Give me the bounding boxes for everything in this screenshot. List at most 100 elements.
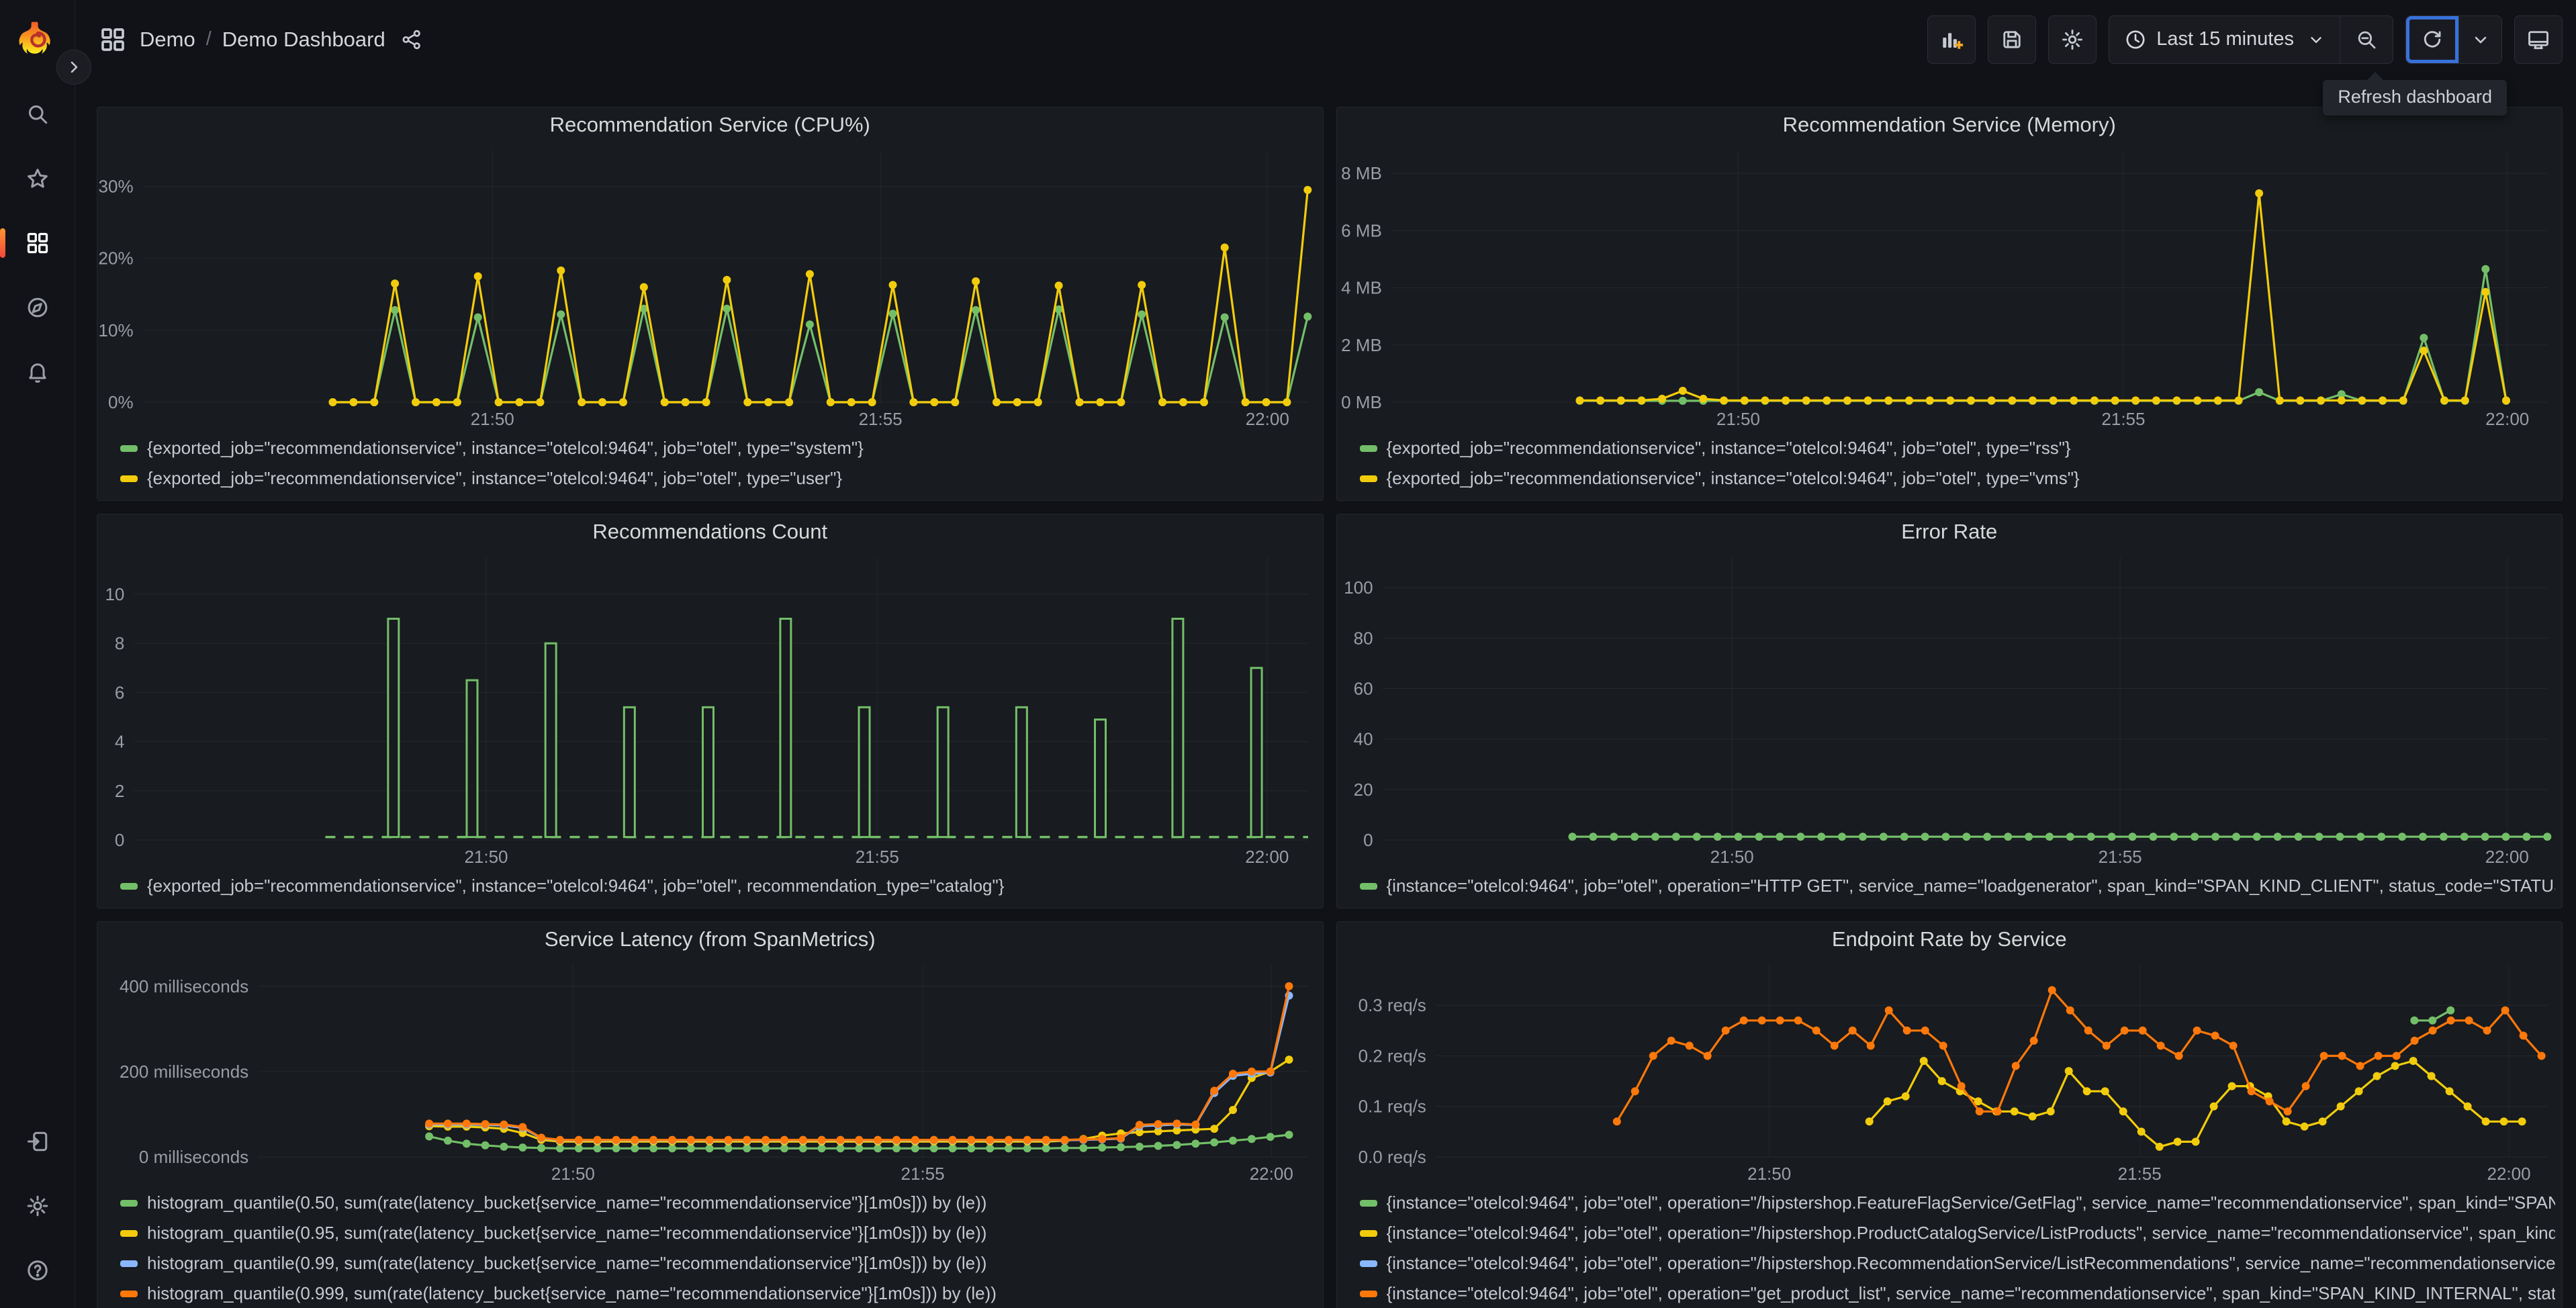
legend-item[interactable]: {exported_job="recommendationservice", i… bbox=[120, 871, 1316, 901]
legend-item[interactable]: {exported_job="recommendationservice", i… bbox=[120, 433, 1316, 463]
refresh-icon bbox=[2424, 30, 2441, 48]
breadcrumb-section[interactable]: Demo bbox=[140, 28, 195, 52]
panel-header[interactable]: Endpoint Rate by Service bbox=[1337, 922, 2563, 957]
legend-item[interactable]: histogram_quantile(0.999, sum(rate(laten… bbox=[120, 1278, 1316, 1308]
expand-sidebar-button[interactable] bbox=[56, 50, 91, 85]
panel-legend: {exported_job="recommendationservice", i… bbox=[1337, 430, 2563, 500]
svg-text:40: 40 bbox=[1353, 729, 1373, 749]
grafana-logo-icon[interactable] bbox=[19, 20, 56, 58]
legend-label: {exported_job="recommendationservice", i… bbox=[1386, 468, 2080, 488]
svg-text:0%: 0% bbox=[108, 392, 134, 412]
cpu-chart[interactable]: 21:50 21:55 22:00 0% 10% 20% 30% bbox=[97, 142, 1323, 430]
legend-item[interactable]: {instance="otelcol:9464", job="otel", op… bbox=[1359, 871, 2556, 901]
sidebar-item-settings[interactable] bbox=[19, 1187, 56, 1225]
refresh-dashboard-button[interactable] bbox=[2406, 16, 2458, 63]
panel-header[interactable]: Service Latency (from SpanMetrics) bbox=[97, 922, 1323, 957]
svg-text:2: 2 bbox=[115, 781, 124, 801]
add-panel-button[interactable] bbox=[1927, 15, 1976, 64]
recommendations-count-chart[interactable]: 21:50 21:55 22:00 0 2 4 6 8 10 bbox=[97, 549, 1323, 868]
sidebar-nav bbox=[0, 95, 56, 391]
top-nav: Demo / Demo Dashboard Last 15 minutes Re… bbox=[75, 0, 2576, 115]
svg-text:60: 60 bbox=[1353, 678, 1373, 698]
svg-text:6 MB: 6 MB bbox=[1341, 220, 1382, 240]
service-latency-chart[interactable]: 21:50 21:55 22:00 0 milliseconds 200 millise… bbox=[97, 957, 1323, 1185]
breadcrumb-separator: / bbox=[205, 28, 212, 50]
save-icon bbox=[2003, 30, 2021, 48]
svg-text:21:50: 21:50 bbox=[1716, 409, 1759, 429]
legend-swatch bbox=[1359, 445, 1377, 452]
clock-icon bbox=[2126, 30, 2145, 49]
breadcrumb-page[interactable]: Demo Dashboard bbox=[222, 28, 385, 52]
panel-title: Endpoint Rate by Service bbox=[1831, 927, 2067, 951]
legend-label: histogram_quantile(0.50, sum(rate(latenc… bbox=[147, 1193, 987, 1213]
svg-text:21:55: 21:55 bbox=[2117, 1164, 2161, 1184]
time-range-picker[interactable]: Last 15 minutes bbox=[2109, 16, 2340, 63]
compass-icon bbox=[28, 297, 47, 318]
error-rate-chart[interactable]: 21:50 21:55 22:00 0 20 40 60 80 100 bbox=[1337, 549, 2563, 868]
legend-swatch bbox=[1359, 1290, 1377, 1297]
sidebar-item-help[interactable] bbox=[19, 1252, 56, 1289]
panel-header[interactable]: Recommendations Count bbox=[97, 514, 1323, 549]
svg-text:10%: 10% bbox=[99, 320, 134, 340]
svg-text:10: 10 bbox=[105, 584, 124, 604]
svg-text:2 MB: 2 MB bbox=[1341, 335, 1382, 355]
sidebar-item-search[interactable] bbox=[19, 95, 56, 133]
svg-text:80: 80 bbox=[1353, 628, 1373, 648]
refresh-interval-dropdown[interactable] bbox=[2458, 15, 2501, 63]
legend-swatch bbox=[120, 1229, 138, 1237]
legend-item[interactable]: {instance="otelcol:9464", job="otel", op… bbox=[1359, 1188, 2555, 1218]
legend-label: {instance="otelcol:9464", job="otel", op… bbox=[1386, 1223, 2556, 1243]
svg-text:8: 8 bbox=[115, 633, 124, 653]
sidebar-item-starred[interactable] bbox=[19, 160, 56, 197]
svg-text:0: 0 bbox=[1363, 830, 1373, 850]
svg-text:21:55: 21:55 bbox=[2098, 847, 2142, 867]
share-icon[interactable] bbox=[400, 28, 423, 51]
toolbar: Last 15 minutes bbox=[1927, 15, 2563, 64]
panel-title: Error Rate bbox=[1901, 520, 1998, 543]
svg-text:21:50: 21:50 bbox=[551, 1164, 595, 1184]
help-icon bbox=[27, 1260, 48, 1280]
memory-chart[interactable]: 21:50 21:55 22:00 0 MB 2 MB 4 MB 6 MB 8 MB bbox=[1337, 142, 2563, 430]
svg-text:400 milliseconds: 400 milliseconds bbox=[120, 976, 248, 996]
sidebar bbox=[0, 0, 91, 1308]
svg-text:200 milliseconds: 200 milliseconds bbox=[120, 1062, 248, 1082]
dashboard-settings-button[interactable] bbox=[2048, 15, 2097, 64]
legend-item[interactable]: {instance="otelcol:9464", job="otel", op… bbox=[1359, 1218, 2556, 1248]
legend-item[interactable]: histogram_quantile(0.50, sum(rate(latenc… bbox=[120, 1188, 1316, 1218]
svg-text:22:00: 22:00 bbox=[1246, 409, 1289, 429]
legend-item[interactable]: histogram_quantile(0.95, sum(rate(latenc… bbox=[120, 1218, 1316, 1248]
legend-item[interactable]: {exported_job="recommendationservice", i… bbox=[1359, 433, 2556, 463]
legend-item[interactable]: {exported_job="recommendationservice", i… bbox=[120, 463, 1316, 494]
panel-memory: Recommendation Service (Memory) 21:50 21:… bbox=[1336, 107, 2563, 501]
panel-grid: Recommendation Service (CPU%) 21:50 21:55… bbox=[97, 107, 2563, 1308]
add-panel-icon bbox=[1943, 32, 1964, 49]
panel-header[interactable]: Recommendation Service (CPU%) bbox=[97, 107, 1323, 142]
endpoint-rate-chart[interactable]: 21:50 21:55 22:00 0.0 req/s 0.1 req/s 0.2 req… bbox=[1337, 957, 2563, 1185]
legend-label: {exported_job="recommendationservice", i… bbox=[147, 468, 843, 488]
sidebar-item-dashboards[interactable] bbox=[0, 224, 56, 262]
sidebar-item-explore[interactable] bbox=[19, 289, 56, 326]
legend-item[interactable]: {instance="otelcol:9464", job="otel", op… bbox=[1359, 1248, 2555, 1278]
star-icon bbox=[27, 169, 48, 188]
dashboards-grid-icon bbox=[27, 232, 48, 254]
legend-label: {instance="otelcol:9464", job="otel", op… bbox=[1386, 876, 2556, 896]
cycle-view-mode-button[interactable] bbox=[2514, 15, 2563, 64]
panel-legend: {exported_job="recommendationservice", i… bbox=[97, 868, 1323, 908]
svg-text:21:55: 21:55 bbox=[901, 1164, 945, 1184]
svg-text:22:00: 22:00 bbox=[2485, 847, 2528, 867]
zoom-out-time-button[interactable] bbox=[2340, 15, 2393, 63]
save-dashboard-button[interactable] bbox=[1988, 15, 2037, 64]
legend-item[interactable]: {exported_job="recommendationservice", i… bbox=[1359, 463, 2556, 494]
panel-error-rate: Error Rate 21:50 21:55 22:00 0 20 40 60 80 100 {… bbox=[1336, 514, 2563, 908]
sidebar-item-alerting[interactable] bbox=[19, 353, 56, 391]
svg-text:22:00: 22:00 bbox=[1250, 1164, 1293, 1184]
svg-text:0.0 req/s: 0.0 req/s bbox=[1358, 1147, 1426, 1167]
legend-swatch bbox=[120, 882, 138, 890]
legend-item[interactable]: histogram_quantile(0.99, sum(rate(latenc… bbox=[120, 1248, 1316, 1278]
panel-service-latency: Service Latency (from SpanMetrics) 21:50… bbox=[97, 921, 1324, 1308]
legend-swatch bbox=[120, 445, 138, 452]
panel-legend: {exported_job="recommendationservice", i… bbox=[97, 430, 1323, 500]
legend-item[interactable]: {instance="otelcol:9464", job="otel", op… bbox=[1359, 1278, 2555, 1308]
sidebar-item-sign-in[interactable] bbox=[19, 1123, 56, 1160]
panel-header[interactable]: Error Rate bbox=[1337, 514, 2563, 549]
